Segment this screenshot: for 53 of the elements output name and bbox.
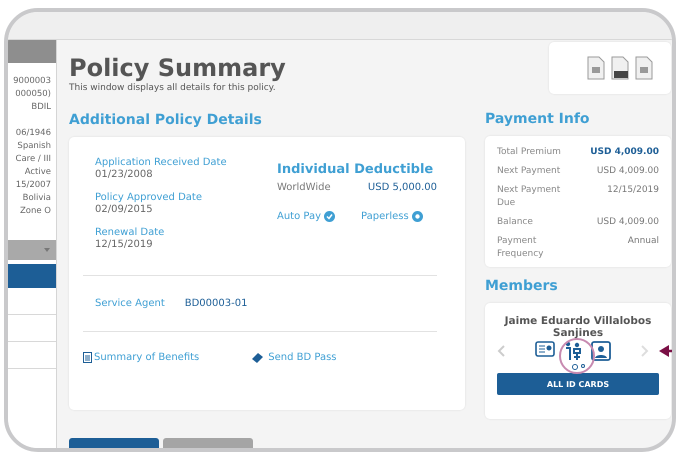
all-id-cards-button[interactable]: ALL ID CARDS — [497, 373, 659, 395]
caret-icon — [44, 248, 50, 252]
sidebar-header — [8, 40, 56, 63]
payment-label: Total Premium — [497, 146, 562, 159]
payment-value: 12/15/2019 — [607, 184, 659, 197]
id-card-icon[interactable] — [535, 341, 555, 357]
sidebar-text: Active — [24, 166, 52, 179]
date-label: Renewal Date — [95, 227, 166, 238]
sidebar-text: 000050) — [15, 88, 52, 101]
user-card-icon[interactable] — [591, 341, 611, 361]
date-label: Policy Approved Date — [95, 192, 203, 203]
page-title: Policy Summary — [69, 54, 287, 82]
payment-label: Balance — [497, 216, 534, 229]
member-name: Jaime Eduardo Villalobos Sanjines — [503, 315, 652, 339]
highlight-circle — [559, 338, 595, 374]
payment-label: Next Payment — [497, 165, 562, 178]
page-dot[interactable] — [572, 364, 578, 370]
section-heading: Payment Info — [485, 110, 591, 128]
date-label: Application Received Date — [95, 157, 228, 168]
payment-value: USD 4,009.00 — [596, 165, 659, 178]
date-value: 12/15/2019 — [95, 239, 154, 250]
agent-label: Service Agent — [95, 298, 165, 309]
date-value: 01/23/2008 — [95, 169, 154, 180]
people-icon[interactable] — [563, 341, 583, 361]
payment-label: Next Payment Due — [497, 184, 562, 210]
payment-label: Payment Frequency — [497, 235, 544, 261]
deductible-title: Individual Deductible — [277, 162, 434, 177]
sidebar-text: Bolivia — [22, 192, 52, 205]
sidebar-text: Care / III — [16, 153, 52, 166]
check-icon — [324, 211, 336, 222]
link[interactable]: Summary of Benefits — [83, 352, 200, 363]
sidebar-text: 9000003 — [13, 75, 52, 88]
coverage-region: WorldWide — [277, 182, 331, 193]
sidebar-text: 15/2007 — [16, 179, 52, 192]
deductible-amount: USD 5,000.00 — [368, 182, 437, 193]
option-label: Auto Pay — [277, 211, 336, 222]
section-heading: Members — [485, 277, 559, 295]
agent-value: BD00003-01 — [184, 298, 248, 309]
pointer-arrow — [659, 345, 672, 357]
sidebar-text: Spanish — [17, 140, 52, 153]
sidebar-text: Zone O — [20, 205, 52, 218]
document-icon — [83, 352, 92, 363]
payment-value: USD 4,009.00 — [590, 146, 659, 159]
option-label: Paperless — [361, 211, 423, 222]
sidebar-text: 06/1946 — [16, 127, 52, 140]
page-dot[interactable] — [580, 364, 584, 368]
payment-value: Annual — [628, 235, 659, 248]
link[interactable]: Send BD Pass — [251, 352, 336, 363]
date-value: 02/09/2015 — [95, 204, 154, 215]
sidebar-text: BDIL — [31, 101, 52, 114]
payment-value: USD 4,009.00 — [596, 216, 659, 229]
section-heading: Additional Policy Details — [69, 111, 263, 129]
page-subtitle: This window displays all details for this policy. — [69, 83, 277, 93]
